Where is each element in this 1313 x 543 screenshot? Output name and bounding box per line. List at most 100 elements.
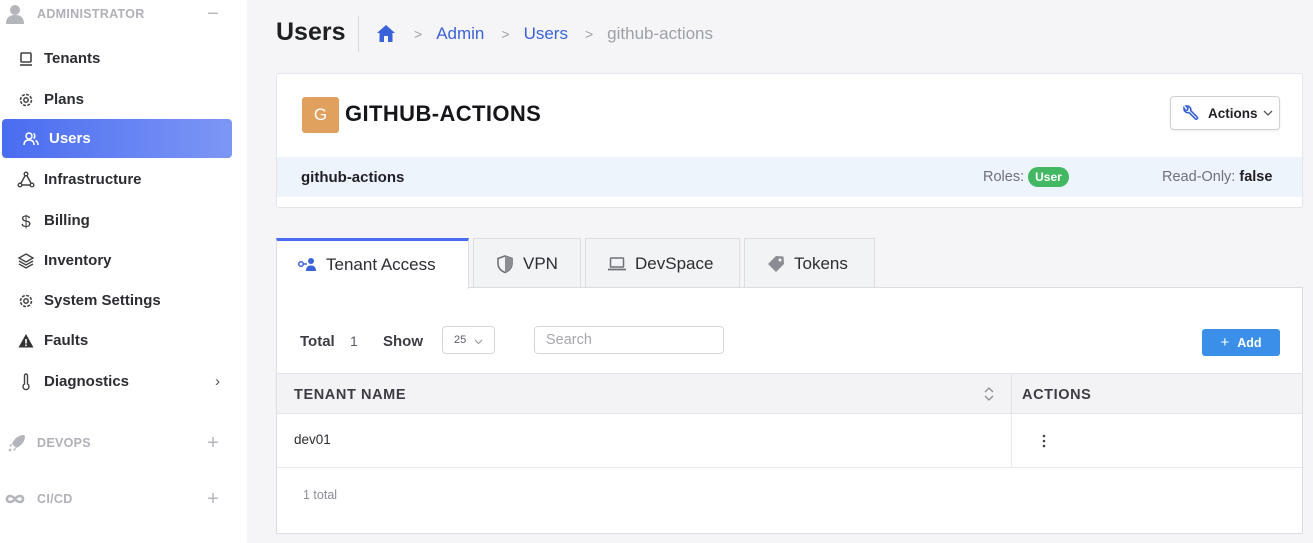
sidebar-item-label: Inventory xyxy=(44,252,112,269)
shield-icon xyxy=(497,255,513,274)
sidebar-item-inventory[interactable]: Inventory xyxy=(2,241,232,280)
role-badge: User xyxy=(1028,167,1069,187)
tab-label: DevSpace xyxy=(635,253,714,273)
username: github-actions xyxy=(301,168,405,186)
tenant-access-icon xyxy=(297,258,316,271)
add-button[interactable]: + Add xyxy=(1202,329,1280,356)
rocket-icon xyxy=(8,435,25,452)
actions-label: Actions xyxy=(1208,105,1258,121)
sidebar-item-label: Plans xyxy=(44,91,85,108)
sidebar: ADMINISTRATOR − Tenants Plans Users Infr… xyxy=(0,0,247,543)
more-vertical-icon[interactable] xyxy=(1037,433,1051,449)
gear-icon xyxy=(19,294,33,307)
gear-icon xyxy=(19,93,33,106)
tenant-name-cell: dev01 xyxy=(294,432,331,447)
readonly-field: Read-Only: false xyxy=(1162,169,1272,185)
warning-icon xyxy=(18,333,34,347)
plus-icon: + xyxy=(1220,334,1230,351)
add-label: Add xyxy=(1237,335,1262,350)
laptop-icon xyxy=(608,257,626,271)
sidebar-item-label: Faults xyxy=(44,332,89,349)
chevron-down-icon xyxy=(474,339,483,345)
avatar: G xyxy=(302,97,339,133)
column-header-actions: ACTIONS xyxy=(1022,387,1092,403)
breadcrumb-current: github-actions xyxy=(607,24,713,43)
chevron-right-icon: › xyxy=(215,373,220,390)
dollar-icon: $ xyxy=(21,212,31,230)
sidebar-item-plans[interactable]: Plans xyxy=(2,80,232,119)
monitor-icon xyxy=(20,51,32,66)
thermometer-icon xyxy=(22,372,30,390)
breadcrumb-users-link[interactable]: Users xyxy=(524,24,568,44)
layers-icon xyxy=(17,252,35,269)
sidebar-item-label: Diagnostics xyxy=(44,373,130,390)
sidebar-item-label: System Settings xyxy=(44,292,161,309)
home-icon[interactable] xyxy=(375,23,397,45)
page-title: Users xyxy=(276,18,346,46)
breadcrumb-separator: > xyxy=(584,26,594,42)
tab-tenant-access[interactable]: Tenant Access xyxy=(276,238,469,289)
actions-dropdown-button[interactable]: Actions xyxy=(1170,96,1280,130)
infinity-icon xyxy=(5,494,25,504)
total-value: 1 xyxy=(350,333,358,349)
sidebar-item-infrastructure[interactable]: Infrastructure xyxy=(2,160,232,199)
expand-icon[interactable]: + xyxy=(205,433,221,453)
network-icon xyxy=(17,171,35,187)
page-size-value: 25 xyxy=(454,334,467,346)
column-divider xyxy=(1011,414,1012,467)
user-info-strip: github-actions Roles: User Read-Only: fa… xyxy=(277,157,1302,197)
sidebar-item-faults[interactable]: Faults xyxy=(2,321,232,360)
tab-tokens[interactable]: Tokens xyxy=(744,238,875,288)
readonly-label: Read-Only: xyxy=(1162,169,1236,185)
page-size-select[interactable]: 25 xyxy=(442,326,495,354)
user-display-name: GITHUB-ACTIONS xyxy=(345,101,542,126)
table-row: dev01 xyxy=(277,414,1302,468)
wrench-icon xyxy=(1183,105,1199,121)
sort-icon[interactable] xyxy=(983,386,995,402)
tab-label: Tenant Access xyxy=(326,255,436,274)
sidebar-item-label: Users xyxy=(49,130,91,147)
section-cicd-label: CI/CD xyxy=(37,492,73,506)
breadcrumb-admin-link[interactable]: Admin xyxy=(436,24,484,44)
chevron-down-icon xyxy=(1263,110,1273,116)
total-label: Total xyxy=(300,333,335,350)
user-card: G GITHUB-ACTIONS Actions github-actions … xyxy=(276,73,1303,208)
breadcrumb-separator: > xyxy=(501,26,510,42)
tab-devspace[interactable]: DevSpace xyxy=(585,238,740,288)
breadcrumb-separator: > xyxy=(414,26,423,42)
column-divider xyxy=(1011,374,1012,415)
sidebar-item-tenants[interactable]: Tenants xyxy=(2,39,232,78)
tab-label: Tokens xyxy=(794,253,848,273)
sidebar-item-system-settings[interactable]: System Settings xyxy=(2,281,232,320)
title-divider xyxy=(358,16,359,52)
section-devops[interactable]: DEVOPS + xyxy=(0,431,247,455)
section-administrator-label: ADMINISTRATOR xyxy=(37,7,145,21)
section-cicd[interactable]: CI/CD + xyxy=(0,487,247,511)
sidebar-item-users[interactable]: Users xyxy=(2,119,232,158)
tag-icon xyxy=(768,256,784,272)
sidebar-item-label: Infrastructure xyxy=(44,171,142,188)
users-icon xyxy=(23,131,39,145)
sidebar-item-label: Tenants xyxy=(44,50,101,67)
breadcrumb: > Admin > Users > github-actions xyxy=(375,22,713,46)
expand-icon[interactable]: + xyxy=(205,489,221,509)
svg-text:$: $ xyxy=(21,212,31,230)
sidebar-item-billing[interactable]: $ Billing xyxy=(2,201,232,240)
tenant-access-panel: Total 1 Show 25 + Add TENANT NAME ACTION… xyxy=(276,287,1303,534)
column-header-tenant-name[interactable]: TENANT NAME xyxy=(294,387,406,403)
roles-label: Roles: xyxy=(983,169,1025,185)
tab-vpn[interactable]: VPN xyxy=(473,238,581,288)
roles-field: Roles: User xyxy=(983,167,1069,187)
table-footer-total: 1 total xyxy=(303,488,338,502)
search-input[interactable] xyxy=(534,326,724,354)
table-header: TENANT NAME ACTIONS xyxy=(277,373,1302,415)
show-label: Show xyxy=(383,333,423,350)
section-administrator[interactable]: ADMINISTRATOR − xyxy=(0,2,247,26)
tab-label: VPN xyxy=(523,253,558,273)
user-circle-icon xyxy=(6,5,24,24)
section-devops-label: DEVOPS xyxy=(37,436,91,450)
readonly-value: false xyxy=(1239,169,1273,185)
sidebar-item-diagnostics[interactable]: Diagnostics › xyxy=(2,362,232,401)
sidebar-item-label: Billing xyxy=(44,212,90,229)
collapse-icon[interactable]: − xyxy=(205,4,221,24)
